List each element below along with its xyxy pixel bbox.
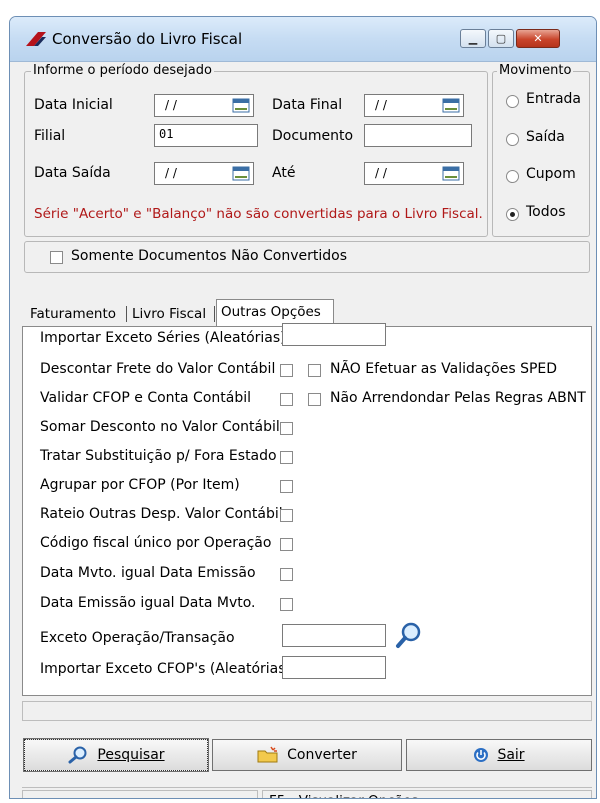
tab-faturamento[interactable]: Faturamento <box>26 302 120 326</box>
data-mvto-label: Data Mvto. igual Data Emissão <box>40 565 256 581</box>
rateio-label: Rateio Outras Desp. Valor Contábil <box>40 506 283 522</box>
maximize-button[interactable]: ▢ <box>488 29 514 48</box>
data-emissao-label: Data Emissão igual Data Mvto. <box>40 595 256 611</box>
minimize-icon: ▁ <box>468 32 478 45</box>
data-inicial-label: Data Inicial <box>34 97 113 113</box>
pesquisar-button[interactable]: Pesquisar <box>23 738 209 772</box>
data-saida-value: / / <box>165 166 177 180</box>
radio-cupom-label: Cupom <box>526 166 576 182</box>
converter-button[interactable]: Converter <box>212 739 402 771</box>
ate-label: Até <box>272 165 296 181</box>
radio-todos[interactable] <box>506 208 519 221</box>
search-icon <box>68 746 87 764</box>
tratar-subst-checkbox[interactable] <box>280 451 293 464</box>
data-inicial-field[interactable]: / / <box>154 94 254 117</box>
importar-cfops-label: Importar Exceto CFOP's (Aleatórias) <box>40 661 291 677</box>
folder-icon <box>257 746 278 763</box>
conversion-warning: Série "Acerto" e "Balanço" não são conve… <box>34 206 483 222</box>
codigo-fiscal-checkbox[interactable] <box>280 538 293 551</box>
descontar-frete-checkbox[interactable] <box>280 364 293 377</box>
maximize-icon: ▢ <box>495 32 507 45</box>
data-emissao-checkbox[interactable] <box>280 598 293 611</box>
somar-desconto-label: Somar Desconto no Valor Contábil <box>40 419 280 435</box>
filial-label: Filial <box>34 128 66 144</box>
tab-separator <box>214 306 215 322</box>
importar-excecao-series-input[interactable] <box>282 323 386 346</box>
validar-cfop-label: Validar CFOP e Conta Contábil <box>40 390 252 406</box>
validar-cfop-checkbox[interactable] <box>280 393 293 406</box>
sair-button[interactable]: Sair <box>406 739 592 771</box>
calendar-icon[interactable] <box>442 98 460 113</box>
tab-separator <box>126 306 127 322</box>
search-icon[interactable] <box>394 621 424 649</box>
rateio-checkbox[interactable] <box>280 509 293 522</box>
calendar-icon[interactable] <box>232 98 250 113</box>
nao-efetuar-sped-checkbox[interactable] <box>308 364 321 377</box>
data-final-field[interactable]: / / <box>364 94 464 117</box>
converter-label: Converter <box>287 747 357 763</box>
data-final-value: / / <box>375 98 387 112</box>
radio-entrada-label: Entrada <box>526 91 582 107</box>
somar-desconto-checkbox[interactable] <box>280 422 293 435</box>
descontar-frete-label: Descontar Frete do Valor Contábil <box>40 361 276 377</box>
status-bar: F5 - Visualizar Opções <box>22 787 592 799</box>
radio-saida-label: Saída <box>526 129 565 145</box>
close-button[interactable]: ✕ <box>516 29 560 48</box>
exceto-operacao-label: Exceto Operação/Transação <box>40 630 235 646</box>
app-logo-icon <box>26 32 46 46</box>
radio-todos-label: Todos <box>526 204 566 220</box>
agrupar-cfop-label: Agrupar por CFOP (Por Item) <box>40 477 240 493</box>
calendar-icon[interactable] <box>232 166 250 181</box>
radio-saida[interactable] <box>506 133 519 146</box>
data-inicial-value: / / <box>165 98 177 112</box>
agrupar-cfop-checkbox[interactable] <box>280 480 293 493</box>
importar-cfops-input[interactable] <box>282 656 386 679</box>
data-final-label: Data Final <box>272 97 343 113</box>
somente-label: Somente Documentos Não Convertidos <box>71 248 348 264</box>
calendar-icon[interactable] <box>442 166 460 181</box>
window: Conversão do Livro Fiscal ▁ ▢ ✕ Informe … <box>9 16 597 799</box>
data-saida-field[interactable]: / / <box>154 162 254 185</box>
power-icon <box>474 748 489 762</box>
radio-cupom[interactable] <box>506 170 519 183</box>
documento-input[interactable] <box>364 124 472 147</box>
nao-efetuar-sped-label: NÃO Efetuar as Validações SPED <box>330 361 558 377</box>
ate-field[interactable]: / / <box>364 162 464 185</box>
title-bar: Conversão do Livro Fiscal ▁ ▢ ✕ <box>10 17 596 62</box>
nao-arredondar-checkbox[interactable] <box>308 393 321 406</box>
somente-checkbox[interactable] <box>50 251 63 264</box>
codigo-fiscal-label: Código fiscal único por Operação <box>40 535 272 551</box>
importar-excecao-series-label: Importar Exceto Séries (Aleatórias) <box>40 330 286 346</box>
data-saida-label: Data Saída <box>34 165 111 181</box>
tratar-subst-label: Tratar Substituição p/ Fora Estado <box>40 448 277 464</box>
periodo-legend: Informe o período desejado <box>31 63 214 78</box>
pesquisar-label: Pesquisar <box>97 747 165 763</box>
progress-bar <box>22 701 592 721</box>
status-hint: F5 - Visualizar Opções <box>262 790 592 798</box>
sair-label: Sair <box>497 747 525 763</box>
resize-grip-icon[interactable] <box>578 798 590 799</box>
status-panel-left <box>22 790 258 798</box>
window-title: Conversão do Livro Fiscal <box>52 30 243 48</box>
radio-entrada[interactable] <box>506 95 519 108</box>
filial-input[interactable]: 01 <box>154 124 258 147</box>
ate-value: / / <box>375 166 387 180</box>
minimize-button[interactable]: ▁ <box>460 29 486 48</box>
close-icon: ✕ <box>533 32 543 45</box>
documento-label: Documento <box>272 128 354 144</box>
movimento-legend: Movimento <box>497 63 574 78</box>
exceto-operacao-input[interactable] <box>282 624 386 647</box>
tab-livro-fiscal[interactable]: Livro Fiscal <box>128 302 210 326</box>
nao-arredondar-label: Não Arrendondar Pelas Regras ABNT <box>330 390 586 406</box>
data-mvto-checkbox[interactable] <box>280 568 293 581</box>
